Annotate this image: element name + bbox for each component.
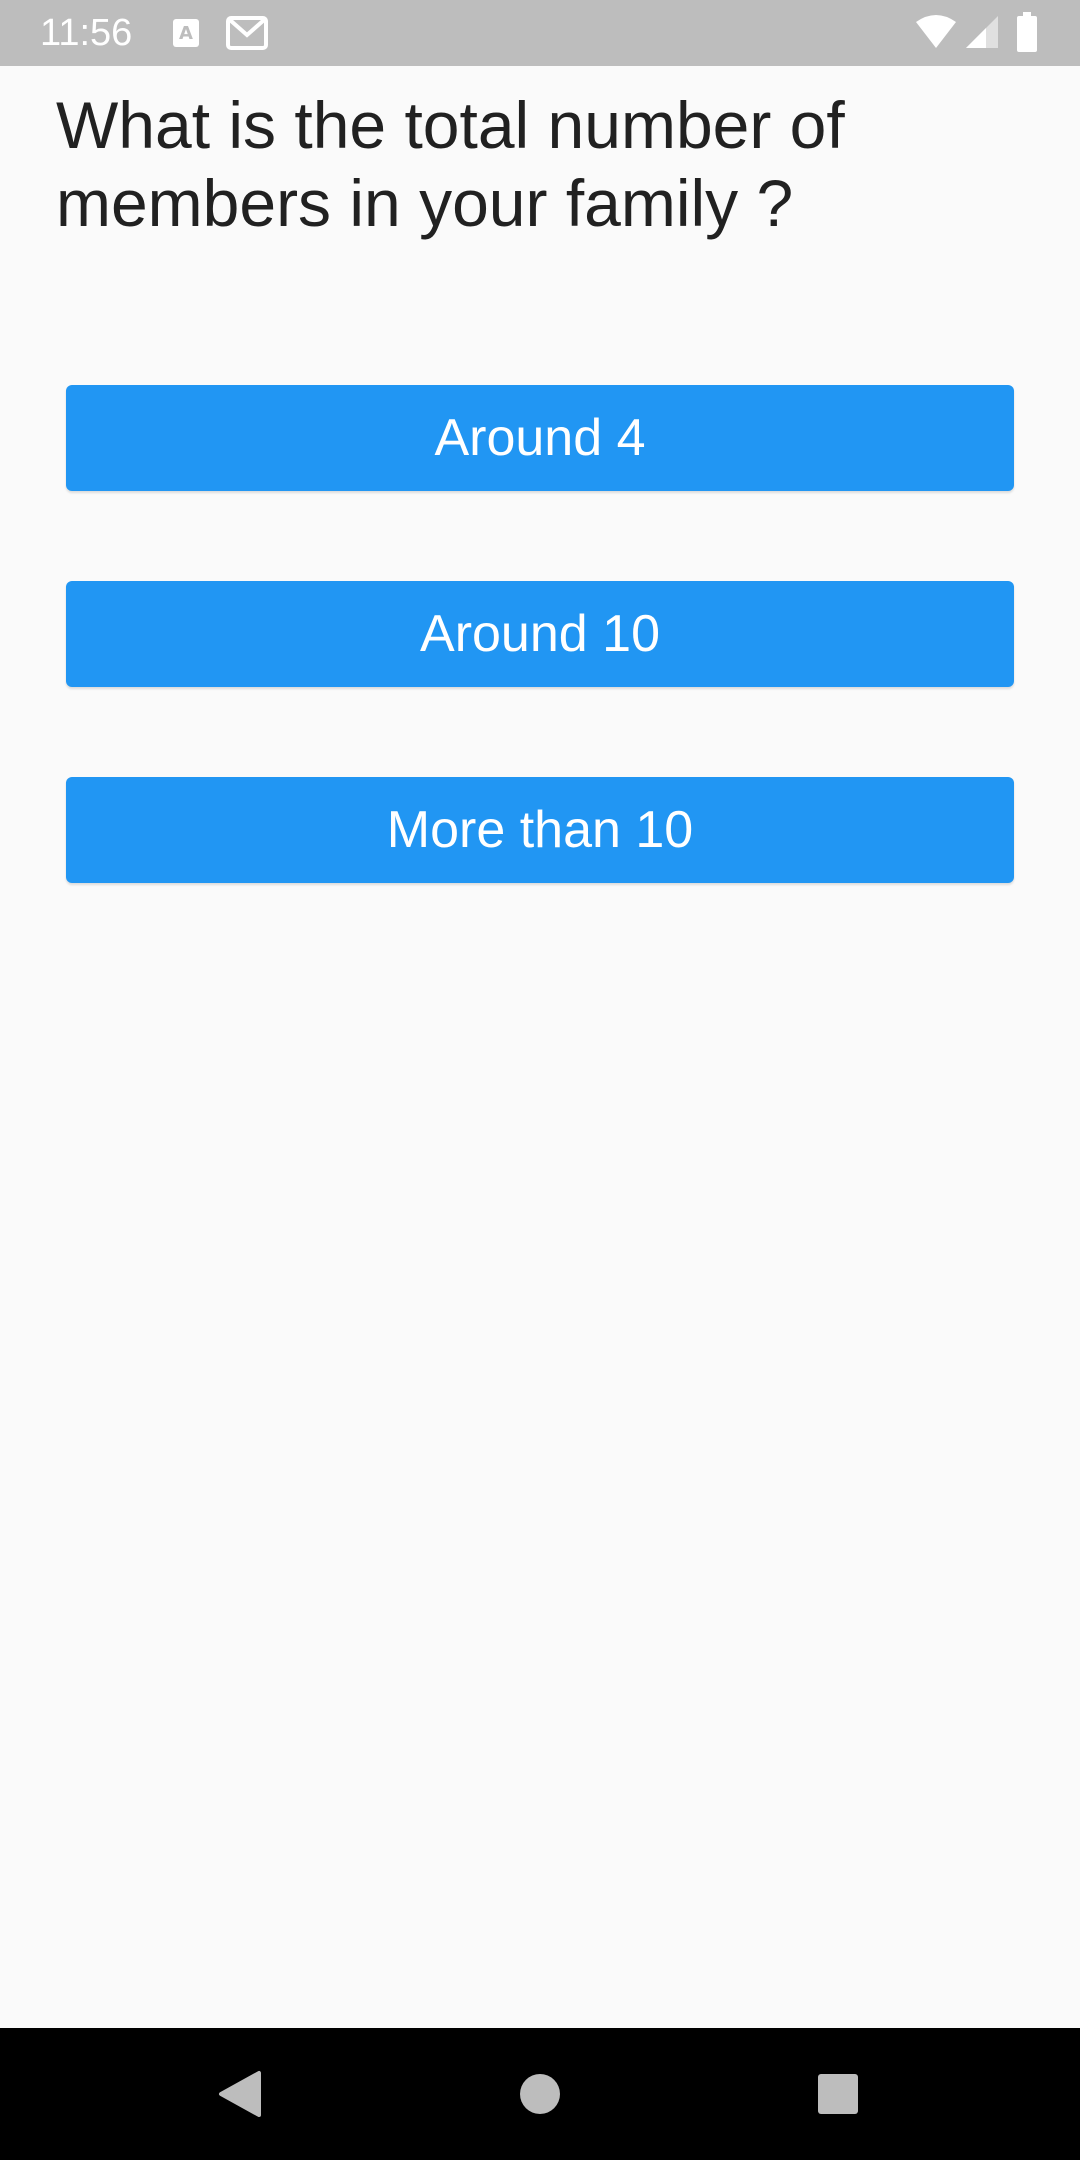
battery-icon (1016, 12, 1038, 57)
option-around-10-button[interactable]: Around 10 (66, 581, 1014, 687)
status-bar: 11:56 A (0, 0, 1080, 66)
status-time: 11:56 (40, 12, 133, 54)
recents-icon[interactable] (768, 2028, 908, 2160)
home-icon[interactable] (470, 2028, 610, 2160)
option-around-4-button[interactable]: Around 4 (66, 385, 1014, 491)
gmail-icon (226, 16, 268, 55)
navigation-bar (0, 2028, 1080, 2160)
cell-signal-icon (964, 14, 1000, 55)
answer-options: Around 4 Around 10 More than 10 (66, 385, 1014, 973)
back-icon[interactable] (170, 2028, 310, 2160)
option-more-than-10-button[interactable]: More than 10 (66, 777, 1014, 883)
survey-screen: 11:56 A What is the total number of memb… (0, 0, 1080, 2160)
wifi-icon (914, 14, 958, 55)
svg-text:A: A (179, 23, 193, 44)
text-format-icon: A (172, 18, 200, 53)
question-text: What is the total number of members in y… (56, 88, 845, 240)
